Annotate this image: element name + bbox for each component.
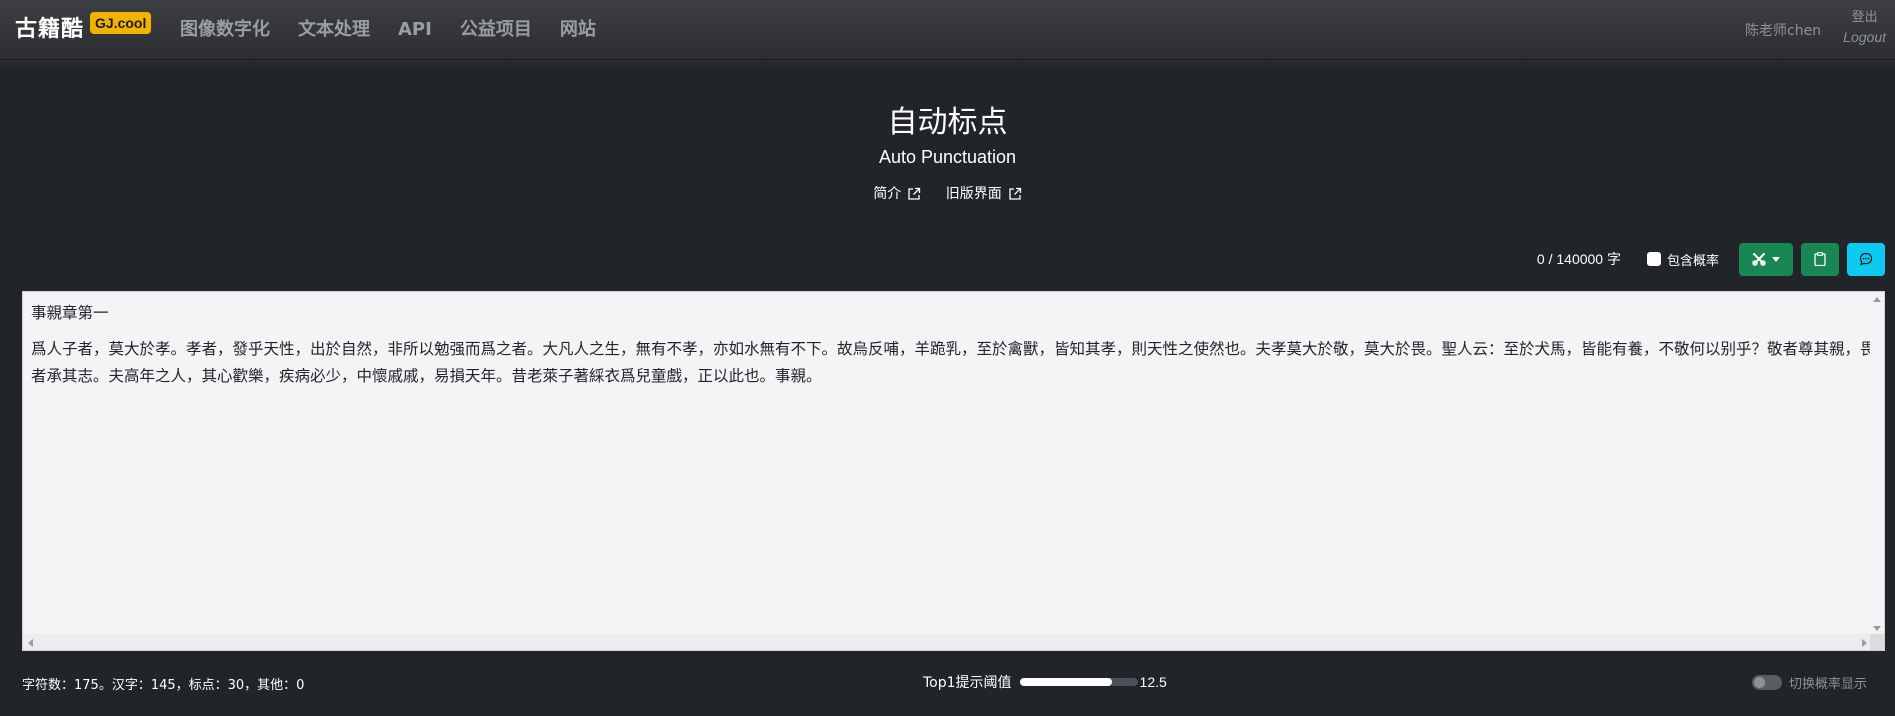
chat-icon [1859,252,1873,266]
vertical-scrollbar[interactable] [1870,292,1884,636]
threshold-control: Top1提示阈值 12.5 [923,672,1167,692]
logout-button[interactable]: 登出 Logout [1843,9,1886,47]
threshold-slider-fill [1019,678,1112,686]
include-probability-checkbox[interactable]: 包含概率 [1646,250,1719,269]
include-probability-label: 包含概率 [1666,253,1719,269]
resize-handle[interactable] [1870,634,1884,650]
external-link-icon [908,187,921,200]
editor-toolbar: 0 / 140000 字 包含概率 [1537,242,1885,276]
toggle-switch[interactable] [1751,675,1782,690]
editor-line: 事親章第一 [31,304,109,322]
nav-link-website[interactable]: 网站 [560,18,596,42]
scroll-left-arrow-icon[interactable] [28,639,33,647]
logout-label-zh: 登出 [1851,10,1878,25]
horizontal-scrollbar[interactable] [23,634,1872,650]
brand-name[interactable]: 古籍酷 [15,15,84,45]
toggle-knob [1753,677,1765,688]
editor-line: 爲人子者，莫大於孝。孝者，發乎天性，出於自然，非所以勉强而爲之者。大凡人之生，無… [31,340,1876,385]
clipboard-icon [1814,252,1826,266]
nav-link-image-digitization[interactable]: 图像数字化 [180,18,270,42]
scroll-right-arrow-icon[interactable] [1862,639,1867,647]
text-editor[interactable]: 事親章第一 爲人子者，莫大於孝。孝者，發乎天性，出於自然，非所以勉强而爲之者。大… [22,291,1885,651]
threshold-value: 12.5 [1139,674,1167,690]
brand-badge[interactable]: GJ.cool [90,12,152,34]
user-name[interactable]: 陈老师chen [1745,20,1821,40]
legacy-ui-link-label: 旧版界面 [945,186,1002,202]
threshold-label: Top1提示阈值 [923,675,1012,691]
page-title: 自动标点 [887,105,1008,140]
threshold-slider[interactable] [1019,678,1138,686]
nav-links: 图像数字化 文本处理 API 公益项目 网站 [180,18,624,42]
top-navbar: 古籍酷 GJ.cool 图像数字化 文本处理 API 公益项目 网站 陈老师ch… [0,0,1895,60]
nav-link-public-projects[interactable]: 公益项目 [460,18,532,42]
checkbox-box[interactable] [1646,252,1661,266]
navbar-shadow [0,60,1895,70]
brand[interactable]: 古籍酷 GJ.cool [15,12,152,45]
legacy-ui-link[interactable]: 旧版界面 [946,184,1022,204]
char-count: 0 / 140000 字 [1536,251,1621,267]
nav-link-api[interactable]: API [398,18,432,42]
toggle-label: 切换概率显示 [1788,677,1867,692]
probability-display-toggle[interactable]: 切换概率显示 [1751,673,1867,692]
scroll-up-arrow-icon[interactable] [1873,297,1881,302]
text-statistics: 字符数：175。汉字：145，标点：30，其他：0 [22,678,305,693]
intro-link-label: 简介 [873,186,902,202]
logout-label-en: Logout [1843,29,1886,45]
intro-link[interactable]: 简介 [873,184,921,204]
external-link-icon [1009,187,1021,200]
nav-link-text-processing[interactable]: 文本处理 [298,18,370,42]
sub-links: 简介 旧版界面 [0,184,1895,204]
chevron-down-icon [1772,256,1780,262]
scroll-down-arrow-icon[interactable] [1873,626,1881,631]
tools-dropdown-button[interactable] [1739,242,1793,276]
tools-icon [1752,253,1766,266]
page-subtitle: Auto Punctuation [878,147,1017,167]
copy-to-clipboard-button[interactable] [1801,242,1839,276]
chat-button[interactable] [1847,242,1885,276]
